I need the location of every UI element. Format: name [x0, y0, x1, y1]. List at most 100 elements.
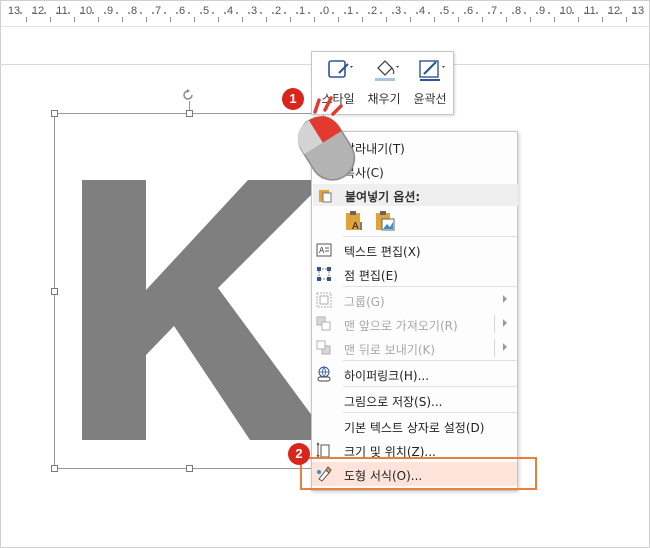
menu-item-edit-text[interactable]: A 텍스트 편집(X)	[312, 238, 517, 262]
ruler-tick	[104, 12, 106, 14]
ruler-tick	[386, 17, 387, 22]
ruler-label: 8	[514, 5, 522, 17]
ruler-tick	[572, 12, 574, 14]
menu-item-hyperlink[interactable]: 하이퍼링크(H)...	[312, 362, 517, 386]
ruler-label: 1	[346, 5, 354, 17]
ruler-tick	[272, 12, 274, 14]
ruler-tick	[122, 17, 123, 22]
ruler-tick	[428, 12, 430, 14]
ruler-tick	[284, 12, 286, 14]
group-icon	[316, 292, 332, 308]
pen-outline-icon	[419, 60, 445, 81]
ruler-tick	[92, 12, 94, 14]
ruler-label: 2	[370, 5, 378, 17]
ruler-tick	[596, 12, 598, 14]
menu-item-set-default-textbox[interactable]: 기본 텍스트 상자로 설정(D)	[312, 414, 517, 438]
ruler-tick	[392, 12, 394, 14]
letter-k-glyph	[82, 180, 318, 440]
ruler-tick	[620, 12, 622, 14]
menu-item-save-as-picture-label: 그림으로 저장(S)...	[344, 395, 443, 409]
ruler-tick	[188, 12, 190, 14]
outline-button[interactable]: 윤곽선	[408, 52, 452, 114]
ruler-tick	[146, 17, 147, 22]
paint-bucket-icon	[375, 60, 399, 81]
menu-item-bring-to-front-label: 맨 앞으로 가져오기(R)	[344, 319, 458, 333]
ruler-tick	[98, 17, 99, 22]
ruler-label: 10	[79, 5, 93, 17]
menu-item-edit-points-label: 점 편집(E)	[344, 269, 398, 283]
ruler-label: 0	[322, 5, 330, 17]
paste-as-picture-icon[interactable]	[374, 210, 396, 232]
ruler-tick	[248, 12, 250, 14]
ruler-label: 7	[154, 5, 162, 17]
format-shape-highlight	[300, 457, 537, 490]
ruler-label: 12	[607, 5, 621, 17]
ruler-tick	[116, 12, 118, 14]
ruler-tick	[296, 12, 298, 14]
ruler-tick	[344, 12, 346, 14]
letter-k-shape[interactable]	[58, 150, 318, 440]
ruler-tick	[242, 17, 243, 22]
ruler-label: 4	[418, 5, 426, 17]
ruler-tick	[176, 12, 178, 14]
outline-label: 윤곽선	[413, 92, 447, 106]
ruler-tick	[152, 12, 154, 14]
bring-to-front-icon	[316, 316, 331, 331]
menu-item-send-to-back[interactable]: 맨 뒤로 보내기(K)	[312, 336, 517, 360]
menu-separator	[343, 236, 517, 237]
ruler-tick	[530, 17, 531, 22]
ruler-label: 12	[31, 5, 45, 17]
ruler-tick	[164, 12, 166, 14]
menu-item-edit-points[interactable]: 점 편집(E)	[312, 262, 517, 286]
ruler-label: 6	[178, 5, 186, 17]
submenu-divider	[494, 315, 495, 333]
ruler-tick	[554, 17, 555, 22]
resize-handle-top-middle[interactable]	[186, 110, 193, 117]
ruler-tick	[434, 17, 435, 22]
ruler-tick	[404, 12, 406, 14]
rotate-handle-stem	[189, 101, 190, 110]
ruler-label: 4	[226, 5, 234, 17]
ruler-tick	[458, 17, 459, 22]
ruler-tick	[20, 12, 22, 14]
ruler-tick	[260, 12, 262, 14]
menu-item-group-label: 그룹(G)	[344, 295, 385, 309]
resize-handle-middle-left[interactable]	[51, 288, 58, 295]
ruler-tick	[338, 17, 339, 22]
ruler-tick	[626, 17, 627, 22]
menu-item-group[interactable]: 그룹(G)	[312, 288, 517, 312]
horizontal-ruler: 13 12 11 10 9 8 7 6 5 4 3 2 1 0 1 2 3 4 5 6 7 8 9 10 11 12 13	[1, 1, 649, 27]
rotate-handle-icon[interactable]	[181, 88, 195, 102]
paste-use-theme-icon[interactable]: A	[344, 210, 366, 232]
ruler-tick	[212, 12, 214, 14]
ruler-tick	[482, 17, 483, 22]
menu-item-bring-to-front[interactable]: 맨 앞으로 가져오기(R)	[312, 312, 517, 336]
ruler-label: 3	[250, 5, 258, 17]
edit-points-icon	[317, 267, 331, 281]
menu-item-send-to-back-label: 맨 뒤로 보내기(K)	[344, 343, 436, 357]
ruler-label: 2	[274, 5, 282, 17]
edit-text-icon: A	[316, 243, 332, 257]
ruler-tick	[602, 17, 603, 22]
ruler-label: 7	[490, 5, 498, 17]
resize-handle-bottom-left[interactable]	[51, 465, 58, 472]
resize-handle-top-left[interactable]	[51, 110, 58, 117]
ruler-label: 11	[584, 5, 596, 17]
send-to-back-icon	[316, 340, 331, 355]
resize-handle-bottom-middle[interactable]	[186, 465, 193, 472]
fill-button[interactable]: 채우기	[362, 52, 406, 114]
ruler-tick	[314, 17, 315, 22]
ruler-tick	[506, 17, 507, 22]
ruler-label: 9	[106, 5, 114, 17]
ruler-tick	[236, 12, 238, 14]
menu-item-save-as-picture[interactable]: 그림으로 저장(S)...	[312, 388, 517, 412]
submenu-divider	[494, 339, 495, 357]
menu-separator	[343, 360, 517, 361]
ruler-tick	[416, 12, 418, 14]
ruler-tick	[440, 12, 442, 14]
ruler-tick	[368, 12, 370, 14]
ruler-tick	[140, 12, 142, 14]
menu-separator	[343, 386, 517, 387]
ruler-tick	[218, 17, 219, 22]
ruler-tick	[290, 17, 291, 22]
